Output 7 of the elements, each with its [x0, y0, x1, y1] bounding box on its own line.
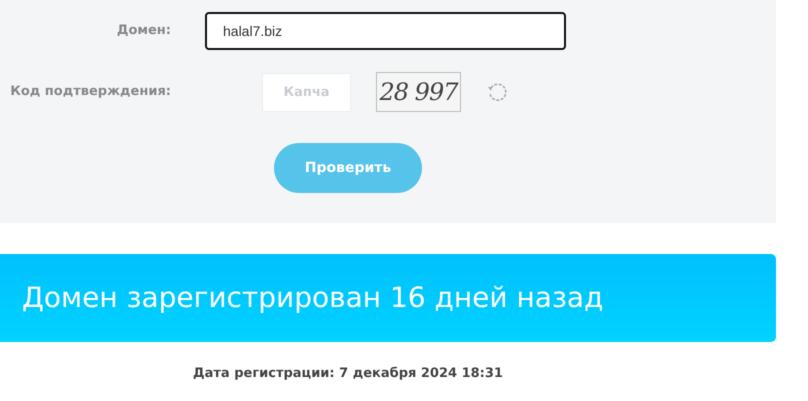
domain-field[interactable]: halal7.biz	[205, 12, 566, 50]
captcha-image: 28 997	[376, 72, 461, 112]
confirmation-code-label: Код подтверждения:	[9, 83, 171, 102]
domain-label: Домен:	[116, 22, 171, 40]
refresh-icon[interactable]	[486, 81, 508, 103]
banner-text: Домен зарегистрирован 16 дней назад	[22, 280, 604, 316]
registration-date: Дата регистрации: 7 декабря 2024 18:31	[192, 365, 504, 383]
